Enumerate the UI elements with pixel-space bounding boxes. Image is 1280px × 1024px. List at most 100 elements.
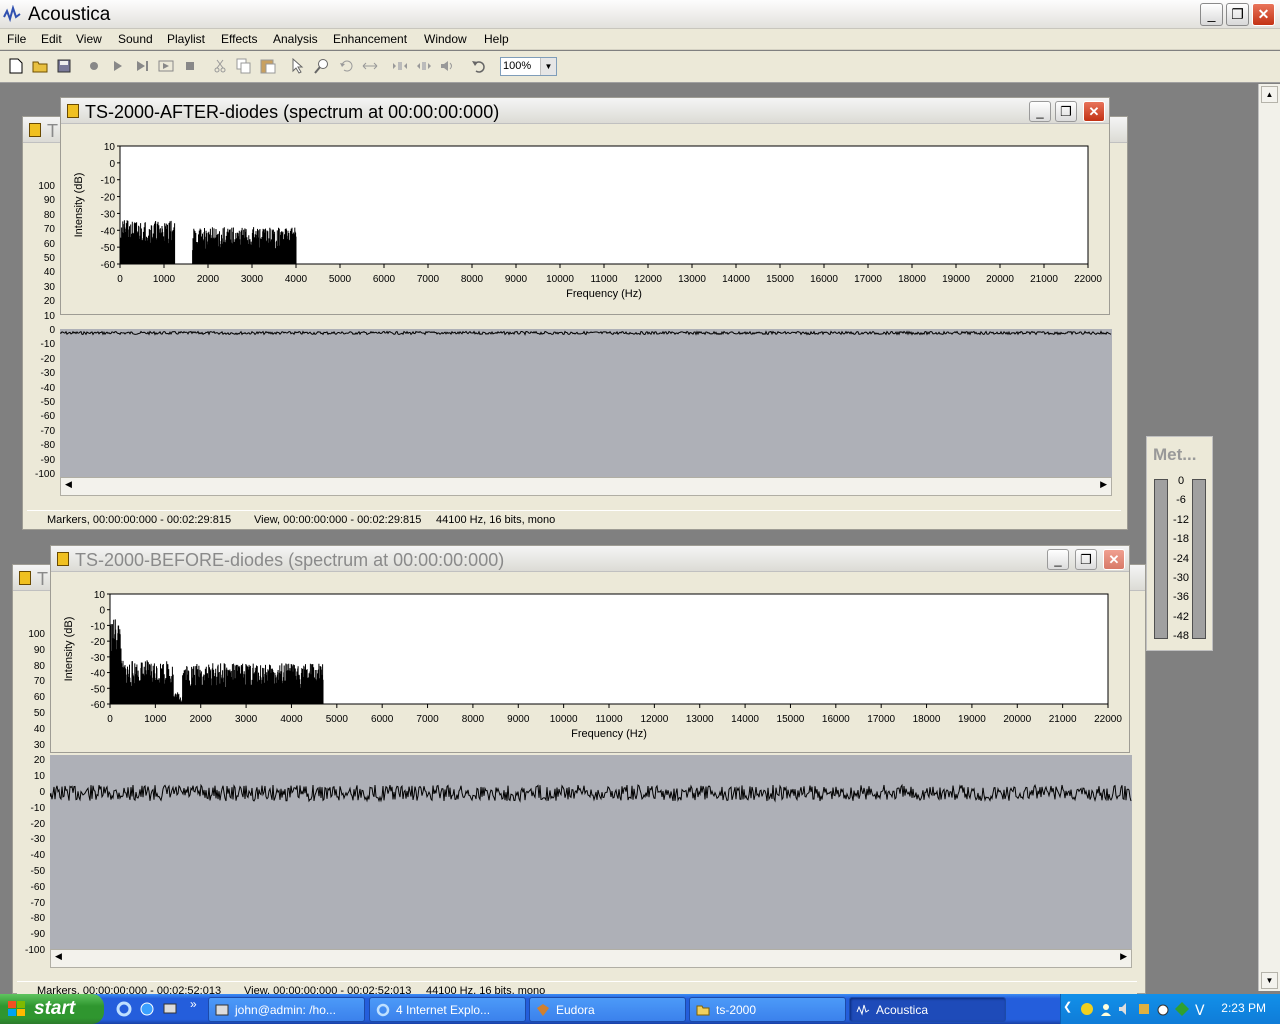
chevron-down-icon[interactable]: ▼ <box>540 58 556 75</box>
stop-icon[interactable] <box>181 57 199 75</box>
task-folder[interactable]: ts-2000 <box>689 997 846 1022</box>
quicklaunch-ie-icon[interactable] <box>116 1001 132 1017</box>
task-eudora[interactable]: Eudora <box>529 997 686 1022</box>
menu-file[interactable]: File <box>7 32 26 46</box>
x-tick-label: 5000 <box>329 274 352 285</box>
quicklaunch-more-icon[interactable]: » <box>190 997 197 1011</box>
play-icon[interactable] <box>109 57 127 75</box>
waveform-after-hscrollbar[interactable]: ◀ ▶ <box>60 477 1112 496</box>
task-label: 4 Internet Explo... <box>396 1003 491 1017</box>
waveform-after-panel[interactable] <box>60 329 1112 477</box>
quicklaunch-browser-icon[interactable] <box>139 1001 155 1017</box>
menu-enhancement[interactable]: Enhancement <box>333 32 407 46</box>
play-selection-icon[interactable] <box>133 57 151 75</box>
menu-analysis[interactable]: Analysis <box>273 32 318 46</box>
minimize-button[interactable]: _ <box>1029 101 1051 122</box>
y-tick-label: 0 <box>49 325 55 336</box>
x-tick-label: 15000 <box>777 714 805 725</box>
x-tick-label: 0 <box>117 274 123 285</box>
tray-sound-icon[interactable] <box>1117 1001 1133 1017</box>
menu-help[interactable]: Help <box>484 32 509 46</box>
app-title-bar: Acoustica _ ❐ ✕ <box>0 0 1280 29</box>
scroll-left-icon[interactable]: ◀ <box>65 479 72 490</box>
tray-user-icon[interactable] <box>1098 1001 1114 1017</box>
x-tick-label: 0 <box>107 714 113 725</box>
menu-view[interactable]: View <box>76 32 102 46</box>
zoom-fit-icon[interactable] <box>361 57 379 75</box>
spectrum-window-before[interactable]: TS-2000-BEFORE-diodes (spectrum at 00:00… <box>50 545 1130 753</box>
menu-window[interactable]: Window <box>424 32 467 46</box>
x-tick-label: 11000 <box>590 274 618 285</box>
y-tick-label: -50 <box>91 684 106 695</box>
workspace-scrollbar[interactable]: ▲ ▼ <box>1258 84 1280 991</box>
menu-effects[interactable]: Effects <box>221 32 257 46</box>
zoom-in-icon[interactable] <box>391 57 409 75</box>
close-button[interactable]: ✕ <box>1083 101 1105 122</box>
tray-app-icon[interactable] <box>1136 1001 1152 1017</box>
tray-alarm-icon[interactable] <box>1155 1001 1171 1017</box>
meter-scale-label: -36 <box>1173 591 1189 604</box>
open-icon[interactable] <box>31 57 49 75</box>
menu-playlist[interactable]: Playlist <box>167 32 205 46</box>
quicklaunch-desktop-icon[interactable] <box>162 1001 178 1017</box>
level-meter-window[interactable]: Met... 0 -6 -12 -18 -24 -30 -36 -42 -48 <box>1146 436 1213 651</box>
y-tick-label: 10 <box>104 142 116 153</box>
x-tick-label: 10000 <box>546 274 574 285</box>
close-button[interactable]: ✕ <box>1103 549 1125 570</box>
x-tick-label: 4000 <box>285 274 308 285</box>
undo-zoom-icon[interactable] <box>337 57 355 75</box>
paste-icon[interactable] <box>259 57 277 75</box>
spectrum-window-after[interactable]: TS-2000-AFTER-diodes (spectrum at 00:00:… <box>60 97 1110 315</box>
tray-antivirus-icon[interactable]: V <box>1193 1001 1209 1017</box>
tray-network-icon[interactable] <box>1174 1001 1190 1017</box>
scroll-down-icon[interactable]: ▼ <box>1261 972 1278 989</box>
waveform-before-panel[interactable] <box>50 755 1132 951</box>
y-tick-label: -60 <box>91 700 106 711</box>
scroll-right-icon[interactable]: ▶ <box>1120 951 1127 962</box>
scroll-right-icon[interactable]: ▶ <box>1100 479 1107 490</box>
cut-icon[interactable] <box>211 57 229 75</box>
x-tick-label: 20000 <box>986 274 1014 285</box>
save-icon[interactable] <box>55 57 73 75</box>
close-button[interactable]: ✕ <box>1252 3 1275 26</box>
menu-sound[interactable]: Sound <box>118 32 153 46</box>
x-tick-label: 22000 <box>1074 274 1102 285</box>
menu-edit[interactable]: Edit <box>41 32 62 46</box>
scroll-left-icon[interactable]: ◀ <box>55 951 62 962</box>
x-tick-label: 20000 <box>1003 714 1031 725</box>
meter-scale-label: -24 <box>1173 552 1189 565</box>
tray-smiley-icon[interactable] <box>1079 1001 1095 1017</box>
copy-icon[interactable] <box>235 57 253 75</box>
task-terminal[interactable]: john@admin: /ho... <box>208 997 365 1022</box>
waveform-before-hscrollbar[interactable]: ◀ ▶ <box>50 949 1132 968</box>
scroll-up-icon[interactable]: ▲ <box>1261 86 1278 103</box>
y-tick-label: -30 <box>101 209 116 220</box>
y-tick-label: 30 <box>33 739 45 751</box>
maximize-button[interactable]: ❐ <box>1055 101 1077 122</box>
task-internet-explorer[interactable]: 4 Internet Explo... <box>369 997 526 1022</box>
y-tick-label: -40 <box>30 850 45 862</box>
undo-icon[interactable] <box>469 57 487 75</box>
zoom-icon[interactable] <box>313 57 331 75</box>
tray-expand-icon[interactable]: ❮ <box>1063 1000 1072 1013</box>
zoom-out-icon[interactable] <box>415 57 433 75</box>
play-loop-icon[interactable] <box>157 57 175 75</box>
new-icon[interactable] <box>7 57 25 75</box>
zoom-select[interactable]: 100% ▼ <box>500 57 557 76</box>
minimize-button[interactable]: _ <box>1200 3 1223 26</box>
y-tick-label: -70 <box>40 425 55 437</box>
x-tick-label: 17000 <box>854 274 882 285</box>
volume-icon[interactable] <box>439 57 457 75</box>
restore-button[interactable]: ❐ <box>1226 3 1249 26</box>
record-icon[interactable] <box>85 57 103 75</box>
y-tick-label: 60 <box>43 238 55 250</box>
maximize-button[interactable]: ❐ <box>1075 549 1097 570</box>
x-tick-label: 19000 <box>958 714 986 725</box>
taskbar: start » john@admin: /ho... 4 Internet Ex… <box>0 994 1280 1024</box>
zoom-value: 100% <box>503 60 532 72</box>
minimize-button[interactable]: _ <box>1047 549 1069 570</box>
task-acoustica[interactable]: Acoustica <box>849 997 1006 1022</box>
select-icon[interactable] <box>289 57 307 75</box>
start-button[interactable]: start <box>0 994 104 1024</box>
y-tick-label: 10 <box>43 310 55 322</box>
